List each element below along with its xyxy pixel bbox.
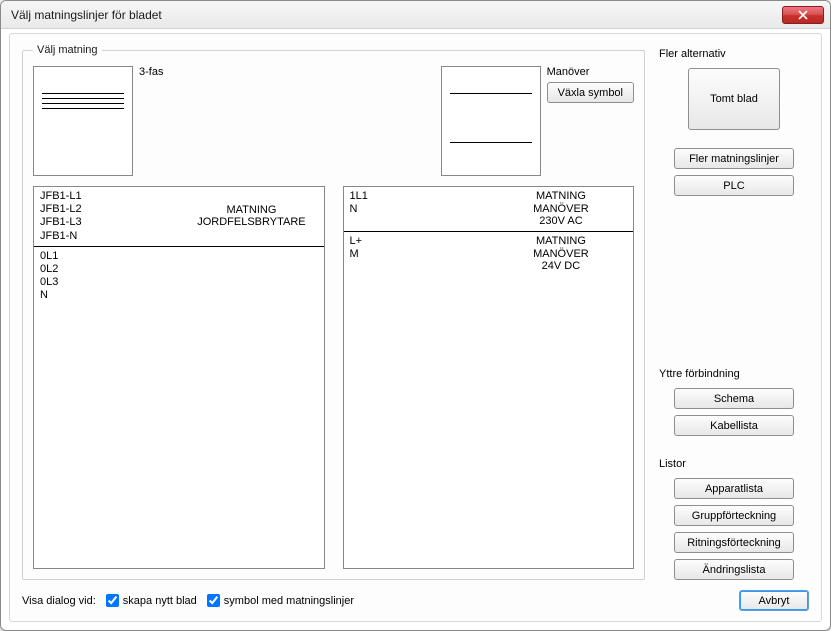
- chk-symbol-matningslinjer-label: symbol med matningslinjer: [224, 595, 354, 607]
- chk-symbol-matningslinjer[interactable]: symbol med matningslinjer: [207, 594, 354, 607]
- list-item-line: M: [350, 248, 495, 261]
- preview-line: [42, 93, 124, 94]
- list-item-lines: 0L10L20L3N: [40, 250, 185, 303]
- bottom-row: Visa dialog vid: skapa nytt blad symbol …: [22, 580, 809, 611]
- chk-skapa-nytt-blad-input[interactable]: [106, 594, 119, 607]
- fler-alternativ-buttons: Tomt blad Fler matningslinjer PLC: [659, 68, 809, 196]
- list-item[interactable]: L+MMATNINGMANÖVER24V DC: [344, 232, 634, 276]
- list-item-desc-line: 230V AC: [539, 215, 582, 228]
- list-item-desc-line: MATNING: [536, 235, 586, 248]
- list-item-line: N: [40, 289, 185, 302]
- list-item-desc: MATNINGMANÖVER230V AC: [495, 190, 627, 228]
- gruppforteckning-button[interactable]: Gruppförteckning: [674, 505, 794, 526]
- titlebar: Välj matningslinjer för bladet: [1, 1, 830, 29]
- list-item-desc-line: MANÖVER: [533, 203, 589, 216]
- avbryt-button[interactable]: Avbryt: [739, 590, 809, 611]
- kabellista-button[interactable]: Kabellista: [674, 415, 794, 436]
- andringslista-button[interactable]: Ändringslista: [674, 559, 794, 580]
- yttre-forbindning-header: Yttre förbindning: [659, 368, 809, 380]
- window-title: Välj matningslinjer för bladet: [11, 8, 782, 22]
- fler-alternativ-header: Fler alternativ: [659, 48, 809, 60]
- list-item[interactable]: 0L10L20L3N: [34, 247, 324, 306]
- preview-manover-block: Manöver Växla symbol: [441, 66, 634, 176]
- preview-line: [42, 103, 124, 104]
- dialog-window: Välj matningslinjer för bladet Välj matn…: [0, 0, 831, 631]
- close-icon: [798, 10, 808, 20]
- lists-row: JFB1-L1JFB1-L2JFB1-L3JFB1-NMATNINGJORDFE…: [33, 186, 634, 569]
- list-item[interactable]: 1L1NMATNINGMANÖVER230V AC: [344, 187, 634, 232]
- list-item-desc-line: MATNING: [536, 190, 586, 203]
- chk-skapa-nytt-blad-label: skapa nytt blad: [123, 595, 197, 607]
- list-item[interactable]: JFB1-L1JFB1-L2JFB1-L3JFB1-NMATNINGJORDFE…: [34, 187, 324, 247]
- list-item-desc-line: MANÖVER: [533, 248, 589, 261]
- preview-line: [42, 108, 124, 109]
- vaxla-symbol-button[interactable]: Växla symbol: [547, 82, 634, 103]
- ritningsforteckning-button[interactable]: Ritningsförteckning: [674, 532, 794, 553]
- list-item-line: N: [350, 203, 495, 216]
- list-item-line: 0L1: [40, 250, 185, 263]
- preview-3fas-label: 3-fas: [139, 66, 163, 78]
- preview-line: [42, 98, 124, 99]
- list-item-desc-line: JORDFELSBRYTARE: [197, 216, 305, 229]
- preview-manover-label: Manöver: [547, 66, 590, 78]
- valj-matning-group: Välj matning 3-fas: [22, 44, 645, 580]
- list-item-line: L+: [350, 235, 495, 248]
- preview-3fas[interactable]: [33, 66, 133, 176]
- valj-matning-legend: Välj matning: [33, 44, 102, 56]
- chk-skapa-nytt-blad[interactable]: skapa nytt blad: [106, 594, 197, 607]
- list-item-line: 1L1: [350, 190, 495, 203]
- preview-line: [450, 142, 532, 143]
- main-grid: Välj matning 3-fas: [22, 44, 809, 580]
- list-item-line: JFB1-L1: [40, 190, 185, 203]
- apparatlista-button[interactable]: Apparatlista: [674, 478, 794, 499]
- listor-header: Listor: [659, 458, 809, 470]
- list-item-line: 0L2: [40, 263, 185, 276]
- right-column: Fler alternativ Tomt blad Fler matningsl…: [659, 44, 809, 580]
- chk-symbol-matningslinjer-input[interactable]: [207, 594, 220, 607]
- previews-row: 3-fas Manöver Växla symbol: [33, 66, 634, 176]
- left-list[interactable]: JFB1-L1JFB1-L2JFB1-L3JFB1-NMATNINGJORDFE…: [33, 186, 325, 569]
- list-item-line: JFB1-L2: [40, 203, 185, 216]
- list-item-desc-line: 24V DC: [542, 260, 581, 273]
- fler-matningslinjer-button[interactable]: Fler matningslinjer: [674, 148, 794, 169]
- list-item-lines: 1L1N: [350, 190, 495, 228]
- list-item-line: JFB1-N: [40, 230, 185, 243]
- preview-3fas-block: 3-fas: [33, 66, 163, 176]
- right-list[interactable]: 1L1NMATNINGMANÖVER230V ACL+MMATNINGMANÖV…: [343, 186, 635, 569]
- list-item-line: 0L3: [40, 276, 185, 289]
- plc-button[interactable]: PLC: [674, 175, 794, 196]
- tomt-blad-button[interactable]: Tomt blad: [688, 68, 780, 130]
- list-item-desc: MATNINGJORDFELSBRYTARE: [185, 190, 317, 243]
- visa-dialog-label: Visa dialog vid:: [22, 595, 96, 607]
- listor-buttons: Apparatlista Gruppförteckning Ritningsfö…: [659, 478, 809, 580]
- list-item-line: JFB1-L3: [40, 216, 185, 229]
- preview-manover-labels: Manöver Växla symbol: [547, 66, 634, 103]
- list-item-desc: MATNINGMANÖVER24V DC: [495, 235, 627, 273]
- close-button[interactable]: [782, 6, 824, 24]
- preview-manover[interactable]: [441, 66, 541, 176]
- list-item-desc-line: MATNING: [226, 204, 276, 217]
- list-item-lines: L+M: [350, 235, 495, 273]
- list-item-desc: [185, 250, 317, 303]
- yttre-forbindning-buttons: Schema Kabellista: [659, 388, 809, 436]
- list-item-lines: JFB1-L1JFB1-L2JFB1-L3JFB1-N: [40, 190, 185, 243]
- dialog-body: Välj matning 3-fas: [9, 33, 822, 622]
- schema-button[interactable]: Schema: [674, 388, 794, 409]
